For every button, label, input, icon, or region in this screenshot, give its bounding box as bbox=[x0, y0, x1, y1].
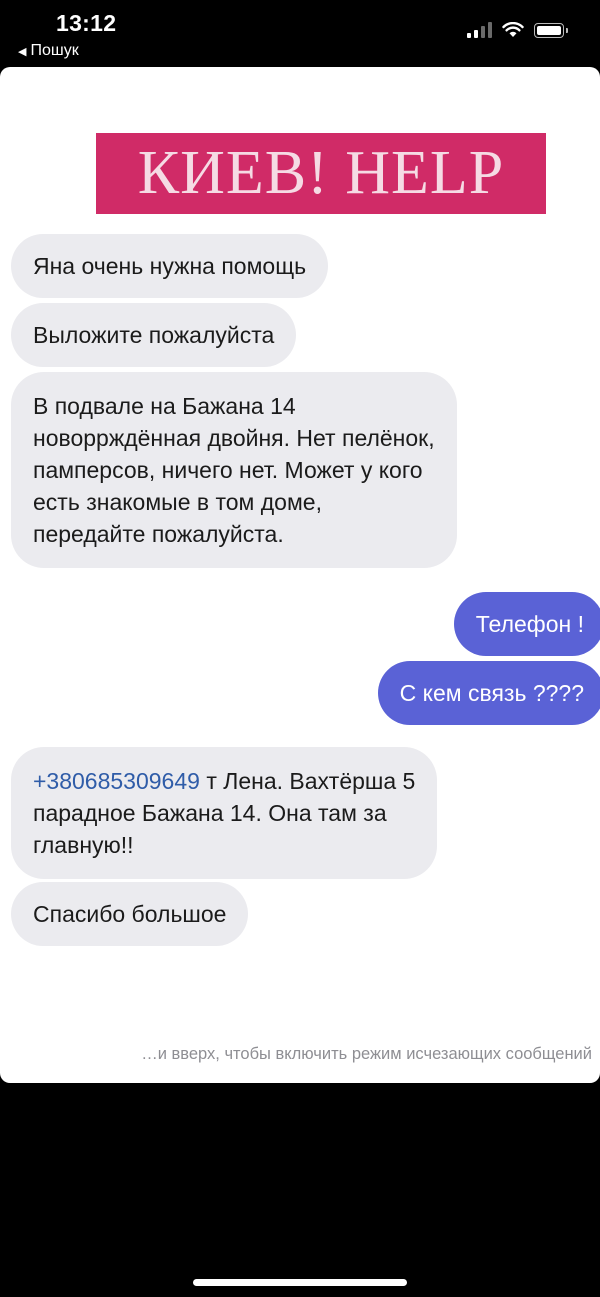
message-line: +380685309649 т Лена. Вахтёрша 5 bbox=[33, 765, 415, 797]
message-bubble-incoming: В подвале на Бажана 14 новоррждённая дво… bbox=[11, 372, 457, 568]
message-text: Яна очень нужна помощь bbox=[33, 253, 307, 279]
back-label: Пошук bbox=[30, 42, 79, 59]
chat-screenshot-card: КИЕВ! HELP Яна очень нужна помощь Выложи… bbox=[0, 67, 600, 1083]
help-banner: КИЕВ! HELP bbox=[96, 133, 546, 214]
message-line: передайте пожалуйста. bbox=[33, 521, 284, 547]
message-line: парадное Бажана 14. Она там за bbox=[33, 800, 387, 826]
message-text: Телефон ! bbox=[475, 611, 584, 637]
phone-screen: 13:12 ◀ Пошук КИЕВ! HELP Яна очень нужна… bbox=[0, 0, 600, 1297]
status-icons bbox=[467, 22, 568, 38]
cellular-signal-icon bbox=[467, 22, 492, 38]
message-line: есть знакомые в том доме, bbox=[33, 489, 322, 515]
message-text: т Лена. Вахтёрша 5 bbox=[199, 768, 416, 794]
message-text: С кем связь ???? bbox=[399, 680, 584, 706]
phone-number-link[interactable]: +380685309649 bbox=[33, 768, 200, 794]
message-bubble-incoming: Яна очень нужна помощь bbox=[11, 234, 329, 298]
wifi-icon bbox=[502, 22, 524, 37]
battery-icon bbox=[534, 22, 568, 38]
status-time: 13:12 bbox=[56, 10, 117, 36]
message-bubble-outgoing: С кем связь ???? bbox=[377, 661, 600, 725]
back-arrow-icon: ◀ bbox=[18, 45, 27, 58]
message-bubble-incoming: +380685309649 т Лена. Вахтёрша 5 парадно… bbox=[11, 747, 438, 879]
disappearing-messages-hint: …и вверх, чтобы включить режим исчезающи… bbox=[141, 1045, 592, 1063]
message-bubble-incoming: Спасибо большое bbox=[11, 882, 249, 946]
message-line: новоррждённая двойня. Нет пелёнок, bbox=[33, 425, 435, 451]
message-bubble-outgoing: Телефон ! bbox=[453, 592, 600, 656]
message-line: памперсов, ничего нет. Может у кого bbox=[33, 457, 423, 483]
back-to-search-button[interactable]: ◀ Пошук bbox=[18, 42, 79, 60]
message-text: Выложите пожалуйста bbox=[33, 322, 275, 348]
message-line: В подвале на Бажана 14 bbox=[33, 393, 296, 419]
home-indicator[interactable] bbox=[193, 1279, 407, 1286]
message-text: Спасибо большое bbox=[33, 901, 227, 927]
message-line: главную!! bbox=[33, 832, 134, 858]
message-bubble-incoming: Выложите пожалуйста bbox=[11, 303, 297, 367]
